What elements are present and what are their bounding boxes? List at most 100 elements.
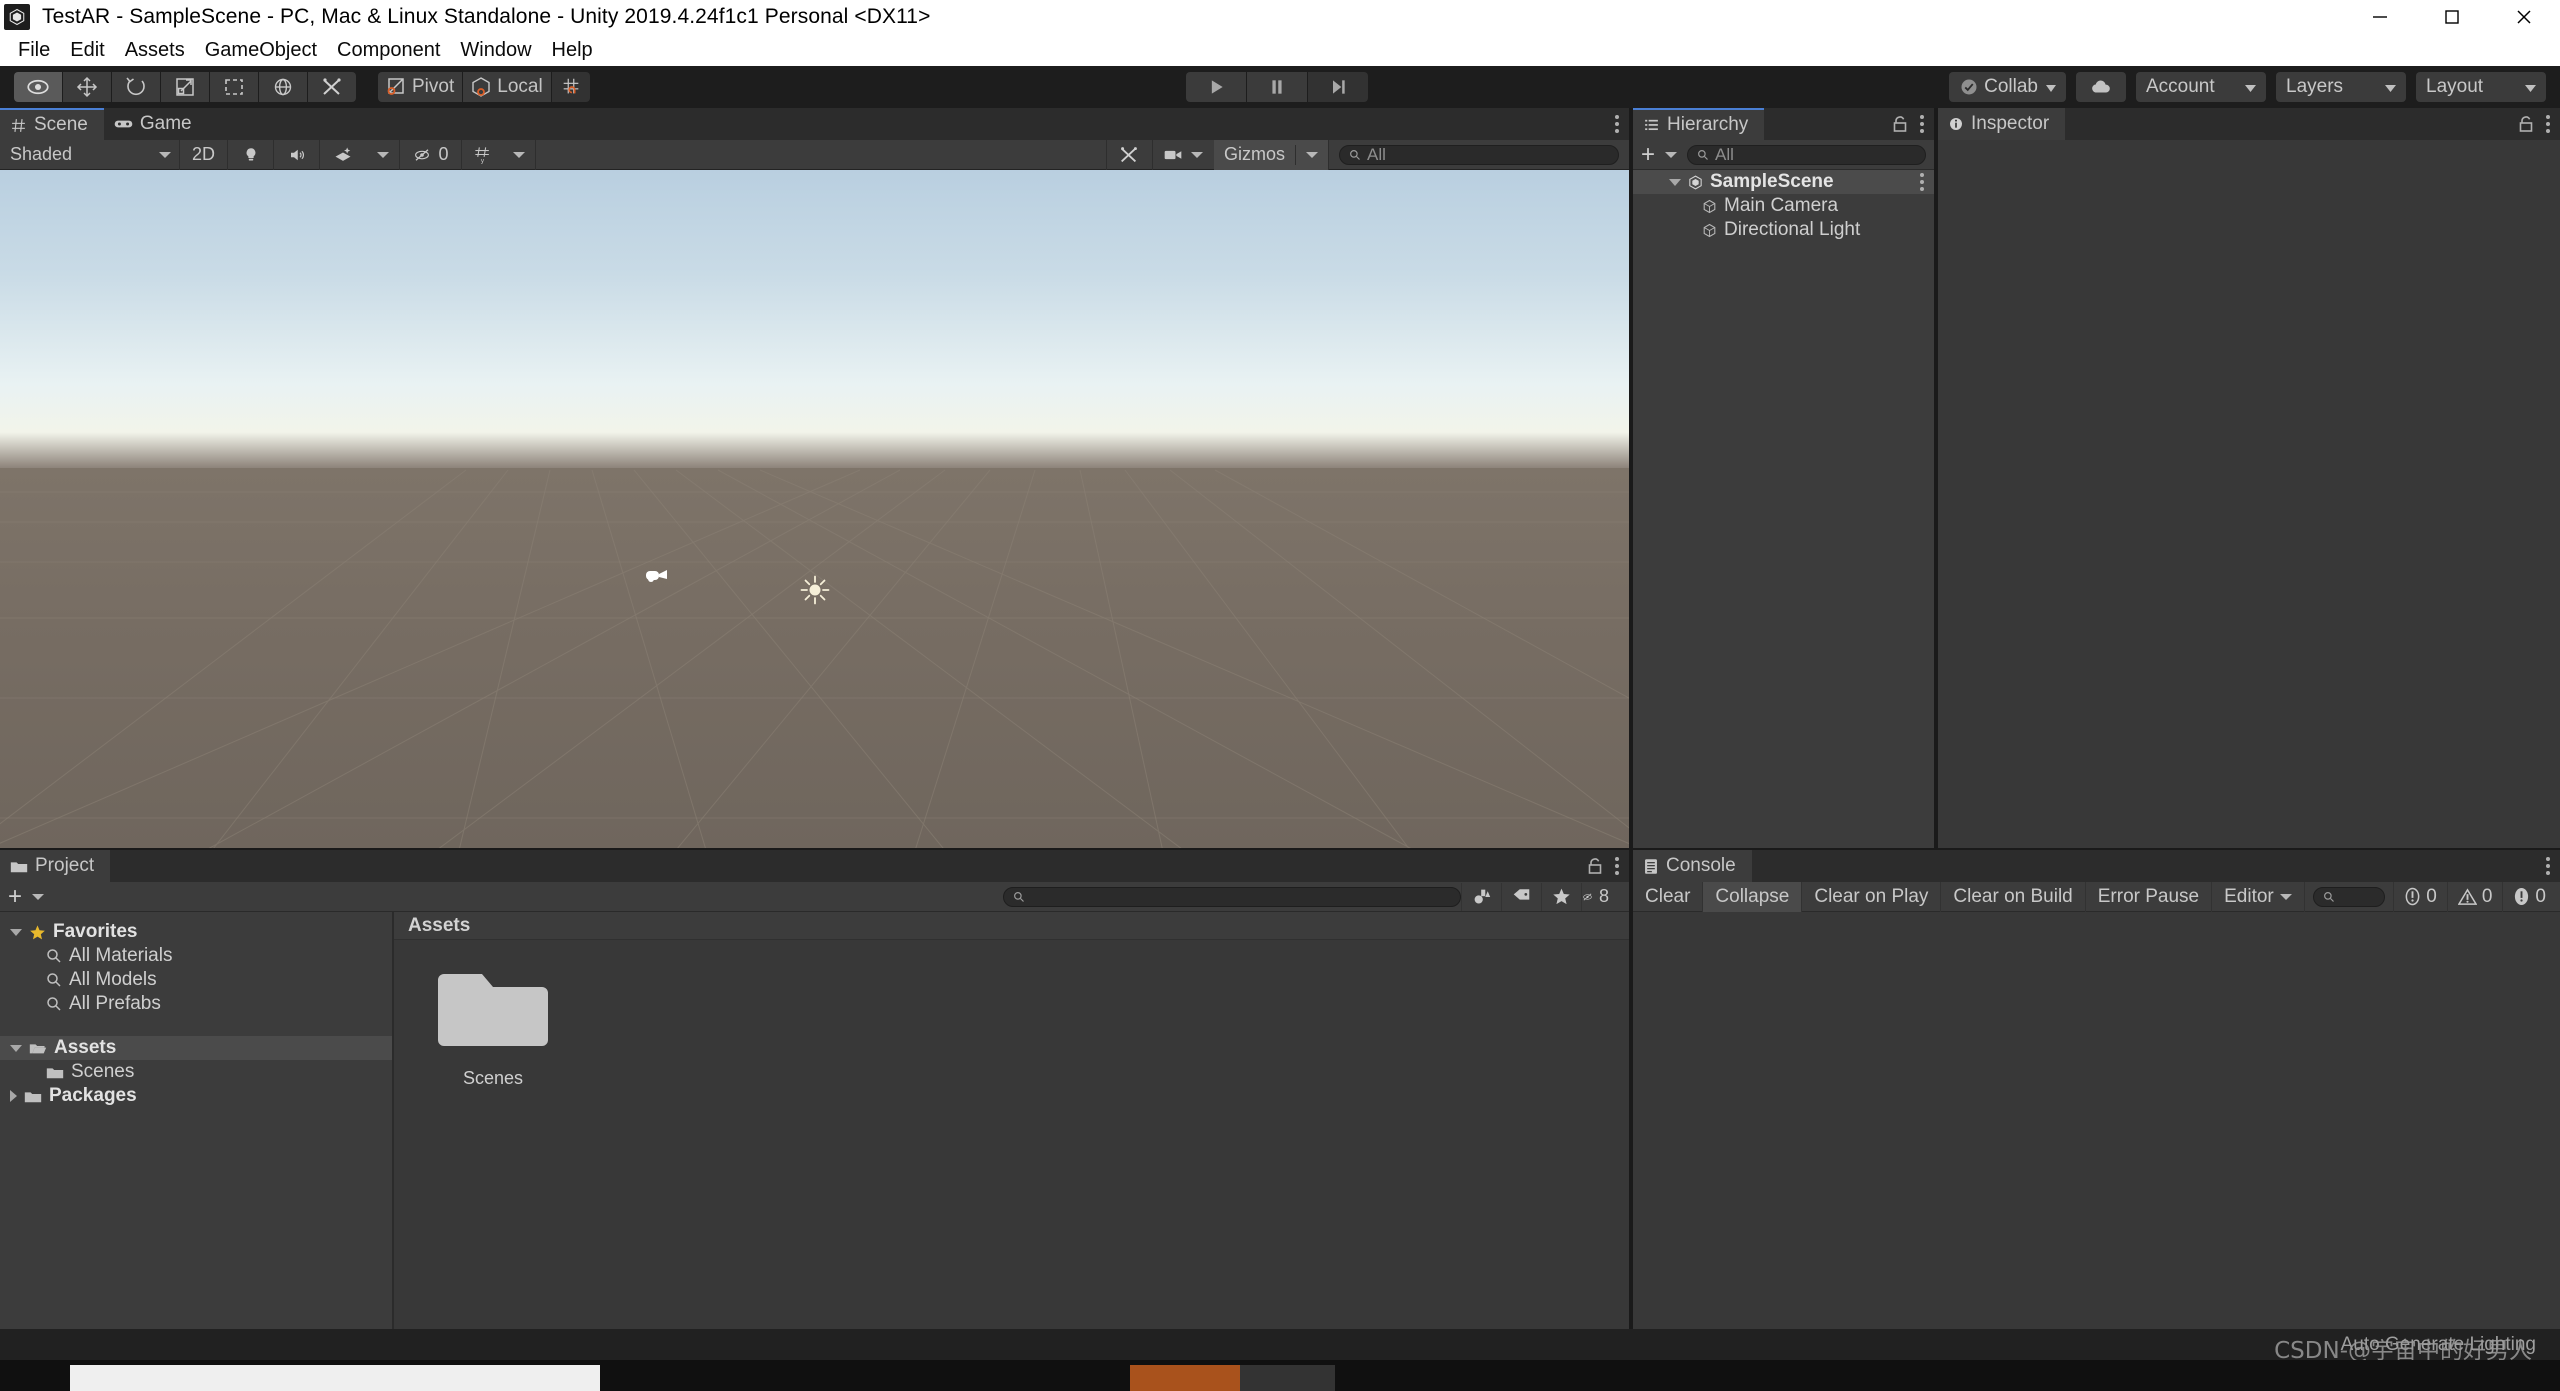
error-count[interactable]: 0 [2502, 881, 2560, 912]
shading-mode-dropdown[interactable]: Shaded [0, 139, 180, 170]
favorite-filter-button[interactable] [1541, 882, 1581, 911]
layout-button[interactable]: Layout [2416, 72, 2546, 102]
collab-button[interactable]: Collab [1949, 72, 2066, 102]
tree-item-all-materials[interactable]: All Materials [0, 944, 392, 968]
minimize-button[interactable] [2344, 0, 2416, 34]
main-camera-gizmo[interactable] [645, 566, 671, 590]
error-pause-button[interactable]: Error Pause [2086, 881, 2213, 912]
log-count[interactable]: 0 [2393, 881, 2447, 912]
effects-toggle-button[interactable] [320, 140, 366, 170]
taskbar-window-2[interactable] [1130, 1365, 1240, 1391]
step-button[interactable] [1308, 72, 1368, 102]
menu-help[interactable]: Help [542, 37, 603, 64]
lighting-toggle-button[interactable] [228, 139, 274, 170]
grid-dropdown[interactable] [502, 139, 536, 170]
inspector-menu-icon[interactable] [2546, 115, 2550, 133]
rect-tool-button[interactable] [210, 72, 258, 102]
menu-window[interactable]: Window [450, 37, 541, 64]
pause-button[interactable] [1247, 72, 1307, 102]
collapse-triangle-icon[interactable] [10, 1090, 17, 1102]
pivot-toggle-button[interactable]: Pivot [378, 72, 463, 102]
project-search-input[interactable] [1003, 886, 1461, 907]
hierarchy-item-samplescene[interactable]: SampleScene [1633, 170, 1934, 194]
chevron-down-icon[interactable] [32, 893, 45, 900]
account-button[interactable]: Account [2136, 72, 2266, 102]
scene-panel-menu-icon[interactable] [1615, 115, 1619, 133]
warning-count[interactable]: 0 [2446, 881, 2503, 912]
scene-viewport[interactable] [0, 170, 1629, 848]
rotate-tool-button[interactable] [112, 72, 160, 102]
lock-icon[interactable] [2518, 115, 2534, 133]
console-search-input[interactable] [2312, 886, 2386, 907]
add-gameobject-button[interactable]: + [1641, 142, 1655, 167]
tab-inspector[interactable]: Inspector [1938, 108, 2066, 140]
scene-context-menu-icon[interactable] [1920, 173, 1924, 191]
tree-item-all-models[interactable]: All Models [0, 968, 392, 992]
local-toggle-button[interactable]: Local [463, 72, 551, 102]
tree-item-favorites[interactable]: Favorites [0, 920, 392, 944]
clear-on-play-button[interactable]: Clear on Play [1802, 881, 1942, 912]
hierarchy-search-input[interactable]: All [1687, 144, 1926, 165]
clear-button[interactable]: Clear [1633, 881, 1704, 912]
audio-toggle-button[interactable] [274, 139, 320, 170]
maximize-button[interactable] [2416, 0, 2488, 34]
create-asset-button[interactable]: + [8, 884, 22, 909]
asset-type-filter-button[interactable] [1461, 882, 1501, 911]
console-menu-icon[interactable] [2546, 857, 2550, 875]
asset-item-scenes[interactable]: Scenes [428, 964, 558, 1089]
scene-search-input[interactable]: All [1339, 144, 1619, 165]
move-tool-button[interactable] [63, 72, 111, 102]
tree-item-all-prefabs[interactable]: All Prefabs [0, 992, 392, 1016]
menu-assets[interactable]: Assets [115, 37, 195, 64]
tree-item-scenes[interactable]: Scenes [0, 1060, 392, 1084]
expand-triangle-icon[interactable] [10, 928, 22, 936]
layout-label: Layout [2426, 76, 2484, 97]
project-menu-icon[interactable] [1615, 857, 1619, 875]
taskbar-window-1[interactable] [70, 1365, 600, 1391]
tab-console[interactable]: Console [1633, 850, 1752, 882]
cloud-button[interactable] [2076, 72, 2126, 102]
transform-tool-button[interactable] [259, 72, 307, 102]
tab-hierarchy[interactable]: Hierarchy [1633, 108, 1765, 140]
play-button[interactable] [1186, 72, 1246, 102]
grid-visibility-button[interactable]: y [462, 140, 502, 170]
2d-toggle-button[interactable]: 2D [180, 139, 228, 170]
tree-item-assets[interactable]: Assets [0, 1036, 392, 1060]
hidden-objects-count: 0 [438, 144, 449, 164]
layers-button[interactable]: Layers [2276, 72, 2406, 102]
clear-on-build-button[interactable]: Clear on Build [1941, 881, 2086, 912]
scene-grid [0, 469, 1629, 848]
menu-gameobject[interactable]: GameObject [195, 37, 327, 64]
hierarchy-item-directional-light[interactable]: Directional Light [1633, 218, 1934, 242]
expand-triangle-icon[interactable] [1669, 178, 1681, 186]
close-button[interactable] [2488, 0, 2560, 34]
gizmos-button[interactable]: Gizmos [1213, 139, 1329, 170]
directional-light-gizmo[interactable] [800, 575, 830, 610]
expand-triangle-icon[interactable] [10, 1044, 22, 1052]
tab-scene[interactable]: Scene [0, 108, 104, 140]
hierarchy-menu-icon[interactable] [1920, 115, 1924, 133]
menu-edit[interactable]: Edit [60, 37, 114, 64]
grid-snapping-button[interactable] [551, 72, 590, 102]
taskbar-window-3[interactable] [1240, 1365, 1335, 1391]
scale-tool-button[interactable] [161, 72, 209, 102]
menu-file[interactable]: File [8, 37, 60, 64]
hidden-objects-toggle[interactable]: 0 [400, 139, 462, 170]
lock-icon[interactable] [1587, 857, 1603, 875]
label-filter-button[interactable] [1501, 882, 1541, 911]
hidden-packages-toggle[interactable]: 8 [1581, 882, 1621, 911]
custom-editor-tool-button[interactable] [308, 72, 356, 102]
tab-project[interactable]: Project [0, 850, 111, 882]
lock-icon[interactable] [1892, 115, 1908, 133]
editor-dropdown[interactable]: Editor [2212, 881, 2305, 912]
tab-game[interactable]: Game [103, 108, 208, 140]
tree-item-packages[interactable]: Packages [0, 1084, 392, 1108]
effects-dropdown[interactable] [366, 139, 400, 170]
hand-tool-button[interactable] [14, 72, 62, 102]
hierarchy-item-main-camera[interactable]: Main Camera [1633, 194, 1934, 218]
collapse-button[interactable]: Collapse [1703, 881, 1803, 912]
menu-component[interactable]: Component [327, 37, 450, 64]
scene-camera-button[interactable] [1151, 139, 1214, 170]
chevron-down-icon[interactable] [1665, 151, 1678, 158]
scene-tools-button[interactable] [1105, 139, 1152, 170]
